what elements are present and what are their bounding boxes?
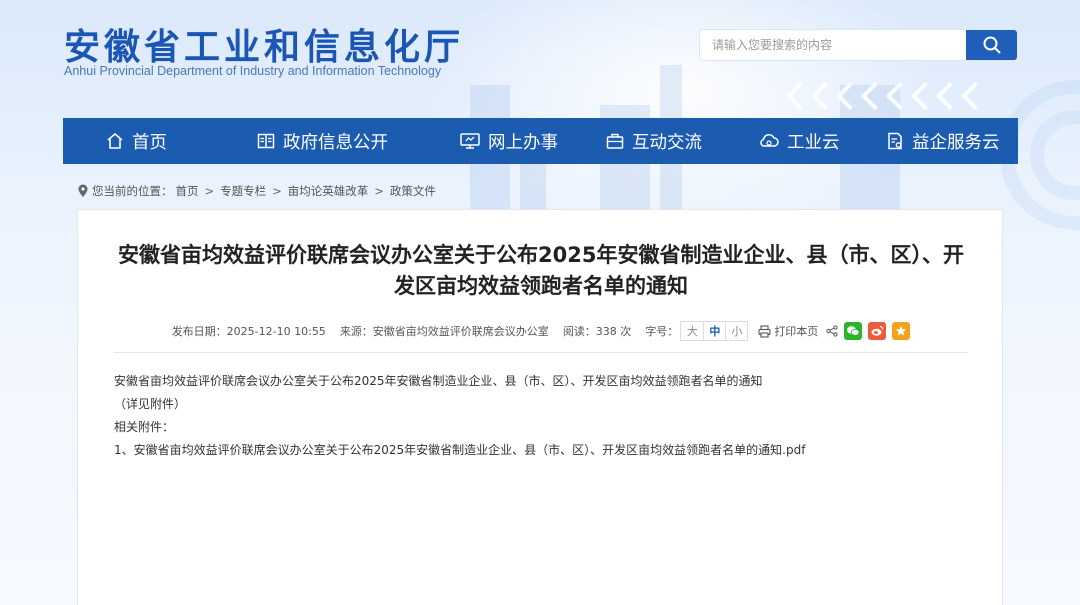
breadcrumb-item-reform[interactable]: 亩均论英雄改革 <box>288 183 369 199</box>
weibo-icon <box>871 325 884 336</box>
article-source: 来源：安徽省亩均效益评价联席会议办公室 <box>339 325 549 338</box>
breadcrumb: 您当前的位置： 首页 > 专题专栏 > 亩均论英雄改革 > 政策文件 <box>77 183 436 199</box>
publish-date: 发布日期：2025-12-10 10:55 <box>171 325 326 338</box>
meta-divider <box>114 352 968 353</box>
location-pin-icon <box>78 184 88 197</box>
breadcrumb-separator: > <box>374 184 384 198</box>
star-icon <box>896 325 907 336</box>
body-paragraph: （详见附件） <box>114 397 187 411</box>
share-wechat-button[interactable] <box>844 322 863 340</box>
font-size-medium[interactable]: 中 <box>703 322 725 340</box>
nav-enterprise-cloud-label: 益企服务云 <box>912 132 1000 153</box>
article-title: 安徽省亩均效益评价联席会议办公室关于公布2025年安徽省制造业企业、县（市、区）… <box>118 243 964 298</box>
breadcrumb-item-home[interactable]: 首页 <box>176 183 199 199</box>
font-size-switcher: 大 中 小 <box>680 321 749 341</box>
font-size-small[interactable]: 小 <box>725 322 747 340</box>
wechat-icon <box>847 326 860 336</box>
site-logo-title[interactable]: 安徽省工业和信息化厅 <box>64 18 464 70</box>
font-size-label: 字号： <box>645 325 679 338</box>
nav-industry-cloud[interactable]: 工业云 <box>758 118 840 164</box>
attachment-label: 相关附件： <box>114 420 175 434</box>
cloud-icon <box>760 133 779 147</box>
share-bar <box>826 322 911 340</box>
search-button[interactable] <box>966 30 1017 60</box>
nav-interaction-label: 互动交流 <box>632 132 702 153</box>
article-body: 安徽省亩均效益评价联席会议办公室关于公布2025年安徽省制造业企业、县（市、区）… <box>114 370 974 462</box>
breadcrumb-separator: > <box>204 184 215 198</box>
nav-gov-info-label: 政府信息公开 <box>283 132 388 153</box>
breadcrumb-prefix: 您当前的位置： <box>92 184 173 198</box>
nav-online-service[interactable]: 网上办事 <box>459 118 558 164</box>
site-logo-subtitle: Anhui Provincial Department of Industry … <box>64 64 442 78</box>
nav-industry-cloud-label: 工业云 <box>787 132 840 153</box>
service-doc-icon <box>888 132 902 150</box>
attachment-link[interactable]: 1、安徽省亩均效益评价联席会议办公室关于公布2025年安徽省制造业企业、县（市、… <box>114 443 805 457</box>
printer-icon <box>758 324 771 338</box>
article-panel: 安徽省亩均效益评价联席会议办公室关于公布2025年安徽省制造业企业、县（市、区）… <box>77 209 1003 605</box>
share-icon[interactable] <box>826 325 838 337</box>
nav-interaction[interactable]: 互动交流 <box>605 118 702 164</box>
nav-gov-info[interactable]: 政府信息公开 <box>256 118 388 164</box>
font-size-large[interactable]: 大 <box>681 322 703 340</box>
breadcrumb-separator: > <box>272 184 282 198</box>
search-box <box>699 29 1018 61</box>
search-icon <box>983 36 1000 54</box>
home-icon <box>107 133 123 149</box>
share-weibo-button[interactable] <box>868 322 887 340</box>
nav-enterprise-cloud[interactable]: 益企服务云 <box>885 118 1000 164</box>
nav-online-service-label: 网上办事 <box>488 132 558 153</box>
info-panel-icon <box>257 133 275 149</box>
share-favorite-button[interactable] <box>892 322 911 340</box>
briefcase-icon <box>606 133 624 149</box>
body-paragraph: 安徽省亩均效益评价联席会议办公室关于公布2025年安徽省制造业企业、县（市、区）… <box>114 374 763 388</box>
breadcrumb-item-policy[interactable]: 政策文件 <box>390 183 436 199</box>
nav-home-label: 首页 <box>132 132 167 153</box>
monitor-icon <box>460 133 480 149</box>
main-nav: 首页 政府信息公开 网上办事 互动交流 工业云 益企服务云 <box>63 118 1018 164</box>
breadcrumb-item-topics[interactable]: 专题专栏 <box>220 183 266 199</box>
article-meta: 发布日期：2025-12-10 10:55 来源：安徽省亩均效益评价联席会议办公… <box>78 321 1004 341</box>
print-label: 打印本页 <box>774 325 819 338</box>
view-count: 阅读：338 次 <box>562 325 632 338</box>
nav-home[interactable]: 首页 <box>105 118 167 164</box>
search-input[interactable] <box>700 30 968 60</box>
print-button[interactable]: 打印本页 <box>758 323 818 339</box>
